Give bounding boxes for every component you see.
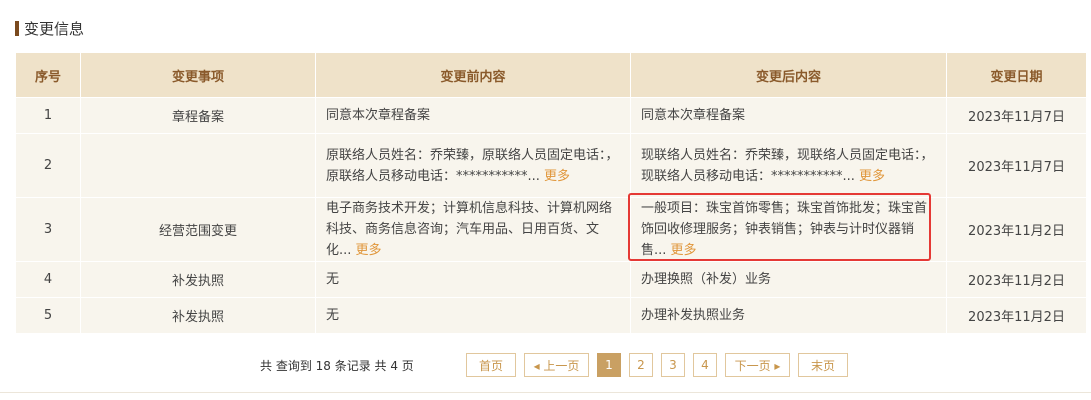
table-row: 5 补发执照 无 办理补发执照业务 2023年11月2日	[15, 297, 1087, 334]
row-before: 电子商务技术开发；计算机信息科技、计算机网络科技、商务信息咨询；汽车用品、日用百…	[315, 197, 631, 262]
row-index: 5	[15, 297, 81, 334]
col-header-date: 变更日期	[946, 52, 1087, 98]
row-before: 无	[315, 261, 631, 298]
title-marker	[15, 20, 19, 36]
first-page-button[interactable]: 首页	[466, 353, 516, 377]
row-item: 补发执照	[80, 297, 316, 334]
before-more-link[interactable]: 更多	[544, 169, 570, 184]
row-after: 办理换照（补发）业务	[630, 261, 947, 298]
col-header-item: 变更事项	[80, 52, 316, 98]
row-item: 经营范围变更	[80, 197, 316, 262]
bottom-divider	[0, 392, 1091, 393]
col-header-index: 序号	[15, 52, 81, 98]
table-row: 4 补发执照 无 办理换照（补发）业务 2023年11月2日	[15, 261, 1087, 298]
after-text: 现联络人员姓名：乔荣臻，现联络人员固定电话：，现联络人员移动电话：*******…	[641, 147, 934, 184]
table-row: 3 经营范围变更 电子商务技术开发；计算机信息科技、计算机网络科技、商务信息咨询…	[15, 197, 1087, 262]
row-date: 2023年11月2日	[946, 197, 1087, 262]
section-title-text: 变更信息	[24, 19, 85, 38]
row-date: 2023年11月7日	[946, 133, 1087, 198]
row-after: 同意本次章程备案	[630, 97, 947, 134]
row-item	[80, 133, 316, 198]
before-text: 原联络人员姓名：乔荣臻，原联络人员固定电话：，原联络人员移动电话：*******…	[326, 147, 619, 184]
table-row: 2 原联络人员姓名：乔荣臻，原联络人员固定电话：，原联络人员移动电话：*****…	[15, 133, 1087, 198]
after-text: 办理换照（补发）业务	[641, 272, 772, 287]
next-page-button[interactable]: 下一页 ▸	[725, 353, 790, 377]
row-index: 2	[15, 133, 81, 198]
after-more-link[interactable]: 更多	[859, 169, 885, 184]
after-text: 同意本次章程备案	[641, 108, 746, 123]
row-before: 无	[315, 297, 631, 334]
row-date: 2023年11月2日	[946, 297, 1087, 334]
row-date: 2023年11月7日	[946, 97, 1087, 134]
before-text: 无	[326, 308, 340, 323]
page-button-2[interactable]: 2	[629, 353, 653, 377]
col-header-before: 变更前内容	[315, 52, 631, 98]
page-button-1[interactable]: 1	[597, 353, 621, 377]
pagination-info: 共 查询到 18 条记录 共 4 页	[260, 359, 414, 373]
section-title: 变更信息	[15, 18, 84, 38]
before-text: 无	[326, 272, 340, 287]
row-date: 2023年11月2日	[946, 261, 1087, 298]
col-header-after: 变更后内容	[630, 52, 947, 98]
row-item: 章程备案	[80, 97, 316, 134]
table-row: 1 章程备案 同意本次章程备案 同意本次章程备案 2023年11月7日	[15, 97, 1087, 134]
change-info-table: 序号 变更事项 变更前内容 变更后内容 变更日期 1 章程备案 同意本次章程备案…	[15, 52, 1087, 334]
row-after: 办理补发执照业务	[630, 297, 947, 334]
table-header-row: 序号 变更事项 变更前内容 变更后内容 变更日期	[15, 52, 1087, 98]
after-text: 办理补发执照业务	[641, 308, 746, 323]
prev-page-button[interactable]: ◂ 上一页	[524, 353, 589, 377]
page-button-4[interactable]: 4	[693, 353, 717, 377]
row-index: 4	[15, 261, 81, 298]
row-after: 一般项目：珠宝首饰零售；珠宝首饰批发；珠宝首饰回收修理服务；钟表销售；钟表与计时…	[630, 197, 947, 262]
last-page-button[interactable]: 末页	[798, 353, 848, 377]
before-text: 同意本次章程备案	[326, 108, 431, 123]
row-index: 3	[15, 197, 81, 262]
row-index: 1	[15, 97, 81, 134]
row-item: 补发执照	[80, 261, 316, 298]
page-button-3[interactable]: 3	[661, 353, 685, 377]
row-after: 现联络人员姓名：乔荣臻，现联络人员固定电话：，现联络人员移动电话：*******…	[630, 133, 947, 198]
before-more-link[interactable]: 更多	[356, 243, 382, 258]
row-before: 同意本次章程备案	[315, 97, 631, 134]
pagination: 首页 ◂ 上一页 1 2 3 4 下一页 ▸ 末页	[466, 353, 848, 377]
row-before: 原联络人员姓名：乔荣臻，原联络人员固定电话：，原联络人员移动电话：*******…	[315, 133, 631, 198]
after-more-link[interactable]: 更多	[671, 243, 697, 258]
